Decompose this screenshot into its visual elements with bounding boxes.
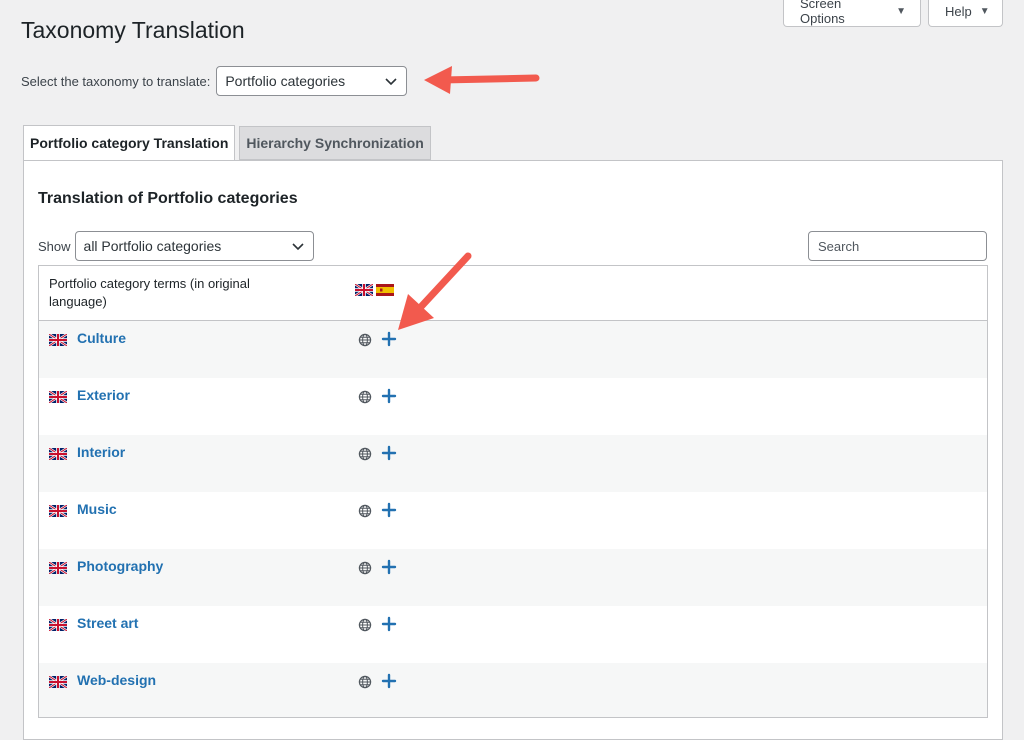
spain-flag-icon [376, 284, 394, 296]
taxonomy-select-value: Portfolio categories [225, 73, 346, 89]
caret-down-icon: ▼ [979, 5, 990, 17]
term-link[interactable]: Photography [77, 558, 163, 574]
show-filter-value: all Portfolio categories [83, 238, 222, 254]
plus-icon[interactable] [381, 502, 397, 523]
table-header: Portfolio category terms (in original la… [39, 266, 987, 321]
chevron-down-icon [385, 78, 397, 86]
globe-icon[interactable] [358, 618, 372, 637]
screen-options-label: Screen Options [800, 0, 845, 26]
plus-icon[interactable] [381, 616, 397, 637]
uk-flag-icon [48, 504, 68, 522]
caret-down-icon: ▼ [896, 5, 906, 17]
plus-icon[interactable] [381, 331, 397, 352]
plus-icon[interactable] [381, 559, 397, 580]
page-title: Taxonomy Translation [21, 17, 245, 43]
uk-flag-icon [48, 675, 68, 693]
globe-icon[interactable] [358, 504, 372, 523]
search-input[interactable] [808, 231, 987, 261]
globe-icon[interactable] [358, 447, 372, 466]
uk-flag-icon [48, 447, 68, 465]
taxonomy-selector-row: Select the taxonomy to translate: Portfo… [21, 66, 408, 96]
show-filter-row: Show all Portfolio categories [38, 231, 314, 261]
uk-flag-icon [48, 618, 68, 636]
terms-table: Portfolio category terms (in original la… [38, 265, 988, 718]
uk-flag-icon [48, 561, 68, 579]
term-link[interactable]: Culture [77, 330, 126, 346]
help-button[interactable]: Help ▼ [928, 0, 1003, 27]
translation-panel: Translation of Portfolio categories Show… [23, 160, 1003, 740]
table-body: Culture Exterior Interior Music Photography S… [39, 321, 987, 717]
screen-options-button[interactable]: Screen Options ▼ [783, 0, 921, 27]
annotation-arrow-taxonomy [424, 66, 540, 94]
plus-icon[interactable] [381, 673, 397, 694]
table-row: Photography [39, 549, 987, 606]
tab-bar: Portfolio category Translation Hierarchy… [23, 125, 435, 161]
table-row: Interior [39, 435, 987, 492]
taxonomy-selector-label: Select the taxonomy to translate: [21, 73, 211, 89]
table-row: Web-design [39, 663, 987, 717]
panel-title: Translation of Portfolio categories [38, 190, 298, 207]
term-link[interactable]: Interior [77, 444, 125, 460]
table-row: Street art [39, 606, 987, 663]
tab-hierarchy-sync[interactable]: Hierarchy Synchronization [239, 126, 431, 160]
plus-icon[interactable] [381, 445, 397, 466]
term-link[interactable]: Web-design [77, 672, 156, 688]
language-flags [355, 284, 394, 296]
globe-icon[interactable] [358, 675, 372, 694]
plus-icon[interactable] [381, 388, 397, 409]
table-row: Exterior [39, 378, 987, 435]
tab-term-translation[interactable]: Portfolio category Translation [23, 125, 236, 161]
help-label: Help [945, 3, 972, 19]
table-row: Music [39, 492, 987, 549]
globe-icon[interactable] [358, 333, 372, 352]
term-link[interactable]: Music [77, 501, 117, 517]
term-link[interactable]: Exterior [77, 387, 130, 403]
show-filter-select[interactable]: all Portfolio categories [74, 231, 314, 261]
show-label: Show [38, 238, 71, 254]
table-row: Culture [39, 321, 987, 378]
globe-icon[interactable] [358, 561, 372, 580]
chevron-down-icon [291, 243, 304, 251]
uk-flag-icon [48, 333, 68, 351]
taxonomy-select[interactable]: Portfolio categories [216, 66, 408, 96]
column-header-terms: Portfolio category terms (in original la… [49, 276, 250, 309]
globe-icon[interactable] [358, 390, 372, 409]
uk-flag-icon [355, 284, 373, 296]
term-link[interactable]: Street art [77, 615, 138, 631]
uk-flag-icon [48, 390, 68, 408]
